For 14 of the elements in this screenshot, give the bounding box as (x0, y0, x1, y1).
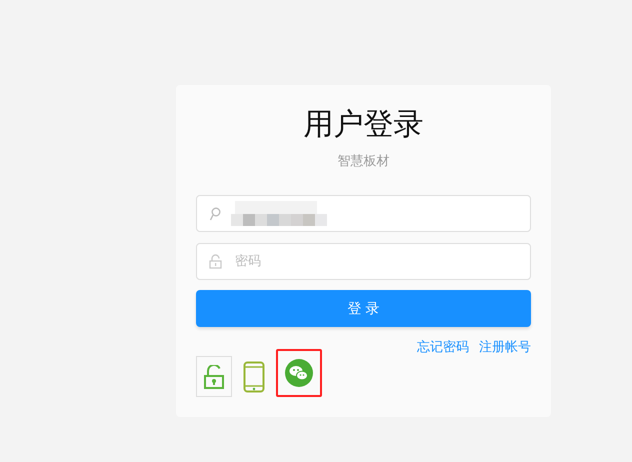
text-link[interactable]: 忘记密码 (417, 339, 469, 356)
phone-icon (243, 360, 265, 392)
login-method-button[interactable] (196, 356, 232, 397)
text-link[interactable]: 注册帐号 (479, 339, 531, 356)
padlock-icon (203, 364, 225, 388)
password-field[interactable]: 密码 (196, 243, 531, 280)
login-method-button[interactable] (276, 348, 322, 396)
chat-bubbles-icon (285, 358, 313, 386)
padlock-icon (209, 254, 222, 269)
login-title: 用户登录 (302, 106, 424, 144)
username-field[interactable] (196, 195, 531, 232)
user-icon (209, 206, 221, 220)
subtitle: 智慧板材 (338, 153, 390, 171)
login-button[interactable]: 登 录 (196, 290, 531, 327)
